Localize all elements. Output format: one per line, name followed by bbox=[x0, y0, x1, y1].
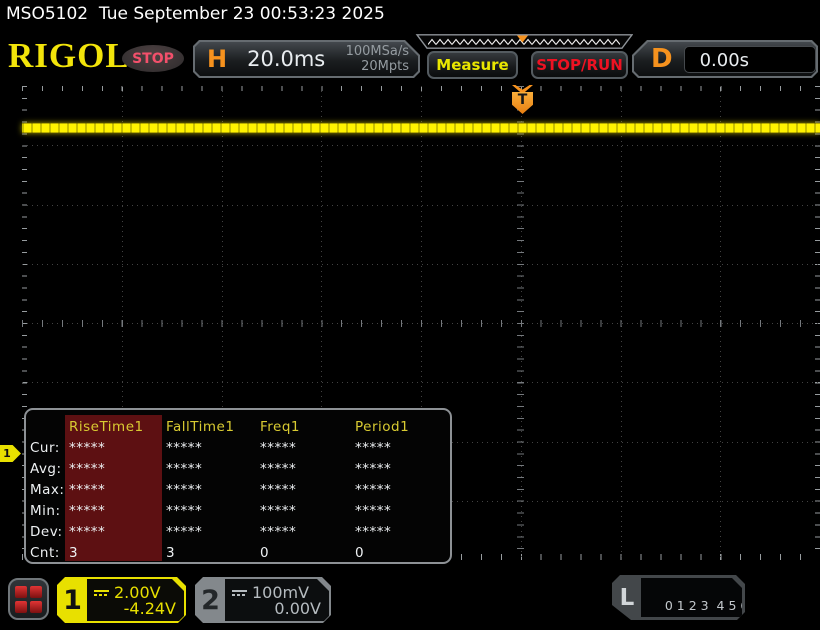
horizontal-label: H bbox=[207, 45, 228, 73]
measurement-row: Cur: ***** ***** ***** ***** bbox=[30, 439, 392, 456]
gridline bbox=[22, 263, 820, 265]
sample-rate: 100MSa/s bbox=[345, 44, 409, 59]
measurement-row: Avg: ***** ***** ***** ***** bbox=[30, 460, 392, 477]
gridline bbox=[22, 382, 820, 384]
channel1-ground-marker[interactable]: 1 bbox=[0, 445, 21, 462]
channel2-badge[interactable]: 2 100mV 0.00V bbox=[195, 577, 331, 623]
measurement-row: Dev: ***** ***** ***** ***** bbox=[30, 523, 392, 540]
run-state-badge: STOP bbox=[122, 45, 184, 72]
timebase-overview-strip[interactable] bbox=[412, 34, 634, 49]
delay-value: 0.00s bbox=[684, 46, 816, 73]
logic-row1: 0 1 2 3 4 5 6 7 bbox=[664, 598, 761, 613]
delay-label: D bbox=[651, 44, 673, 74]
oscilloscope-screen: MSO5102 Tue September 23 00:53:23 2025 R… bbox=[0, 0, 820, 630]
channel1-offset: -4.24V bbox=[123, 599, 176, 618]
acquisition-info: 100MSa/s 20Mpts bbox=[346, 44, 409, 74]
rigol-logo: RIGOL bbox=[8, 36, 130, 75]
dc-coupling-icon bbox=[94, 590, 109, 596]
channel1-number: 1 bbox=[63, 584, 82, 616]
measurement-column: RiseTime1 bbox=[69, 418, 144, 435]
channel2-number: 2 bbox=[201, 584, 220, 616]
menu-grid-squares bbox=[15, 585, 42, 613]
measurement-table: RiseTime1 FallTime1 Freq1 Period1 Cur: *… bbox=[24, 408, 452, 564]
delay-panel[interactable]: D 0.00s bbox=[632, 40, 818, 78]
channel1-badge[interactable]: 1 2.00V -4.24V bbox=[57, 577, 186, 623]
measurement-column: FallTime1 bbox=[166, 418, 235, 435]
memory-depth: 20Mpts bbox=[361, 59, 409, 74]
measurement-column: Freq1 bbox=[260, 418, 301, 435]
dc-coupling-icon bbox=[232, 590, 247, 596]
channel2-offset: 0.00V bbox=[274, 599, 321, 618]
measurement-header-row: RiseTime1 FallTime1 Freq1 Period1 bbox=[26, 416, 450, 437]
measurement-row: Min: ***** ***** ***** ***** bbox=[30, 502, 392, 519]
logic-channels-badge[interactable]: L 0 1 2 3 4 5 6 7 8 9 1011 12131415 bbox=[612, 575, 745, 620]
logic-channel-numbers: 0 1 2 3 4 5 6 7 8 9 1011 12131415 bbox=[641, 578, 742, 617]
channel1-waveform bbox=[22, 123, 820, 133]
horizontal-panel[interactable]: H 20.0ms 100MSa/s 20Mpts bbox=[193, 40, 420, 78]
gridline bbox=[22, 204, 820, 206]
timebase-value: 20.0ms bbox=[247, 47, 326, 71]
channel2-info: 100mV 0.00V bbox=[225, 579, 329, 621]
measurement-row: Max: ***** ***** ***** ***** bbox=[30, 481, 392, 498]
stop-run-button[interactable]: STOP/RUN bbox=[531, 51, 628, 79]
menu-grid-icon[interactable] bbox=[8, 578, 49, 620]
measurement-column: Period1 bbox=[355, 418, 410, 435]
model-and-clock: MSO5102 Tue September 23 00:53:23 2025 bbox=[6, 4, 385, 24]
measurement-row: Cnt: 3 3 0 0 bbox=[30, 544, 365, 561]
logic-label: L bbox=[619, 584, 635, 611]
channel1-info: 2.00V -4.24V bbox=[87, 579, 184, 621]
center-horizontal-ruler-ticks bbox=[22, 319, 820, 327]
gridline bbox=[22, 145, 820, 147]
measure-button[interactable]: Measure bbox=[427, 51, 518, 79]
